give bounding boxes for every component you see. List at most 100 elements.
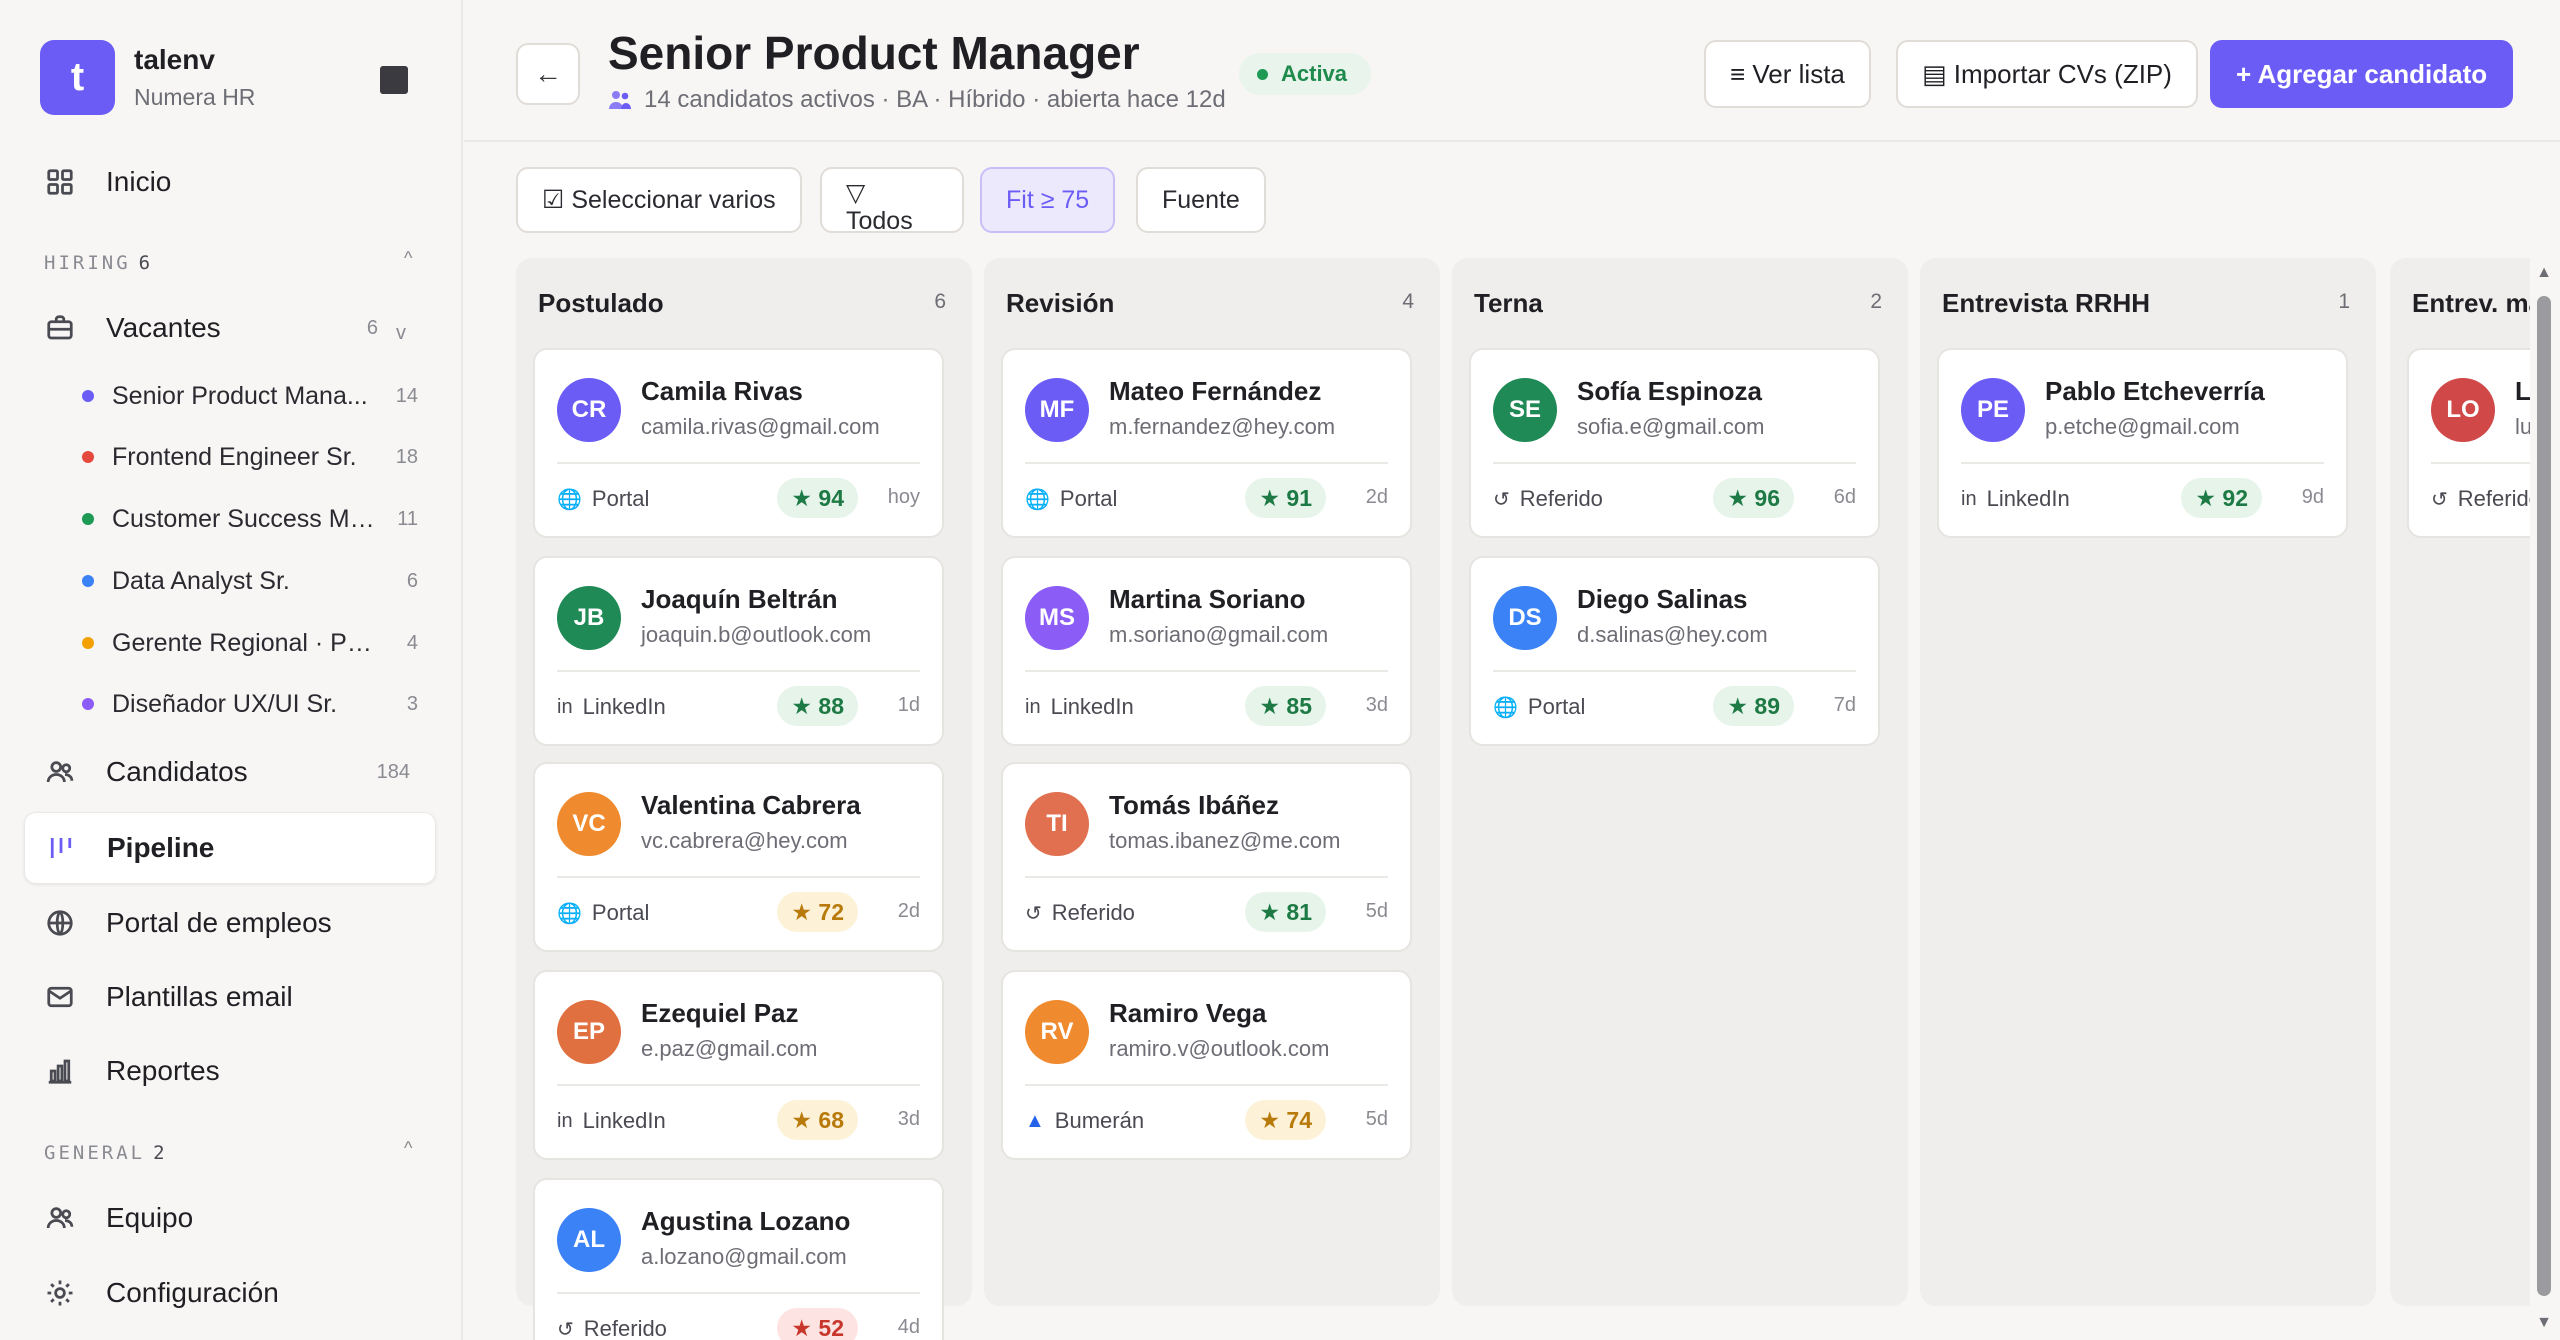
candidate-name: Agustina Lozano [641,1206,851,1236]
brand-logo: t [40,40,115,115]
avatar: CR [557,378,621,442]
nav-reportes-label: Reportes [106,1055,220,1086]
avatar: DS [1493,586,1557,650]
nav-pipeline[interactable]: Pipeline [24,812,436,884]
vacancy-item[interactable]: Senior Product Mana... 14 [82,376,422,416]
nav-candidatos-label: Candidatos [106,756,248,787]
nav-configuracion[interactable]: Configuración [24,1257,436,1329]
candidate-card[interactable]: RV Ramiro Vega ramiro.v@outlook.com ▲ Bumerá… [1001,970,1412,1160]
candidate-card[interactable]: SE Sofía Espinoza sofia.e@gmail.com ↺ Referi… [1469,348,1880,538]
linkedin-icon: in [1025,695,1041,718]
card-divider [557,1084,920,1086]
vacancy-count: 4 [406,631,418,654]
linkedin-icon: in [557,1109,573,1132]
nav-equipo[interactable]: Equipo [24,1182,436,1254]
back-button[interactable]: ← [516,43,580,105]
scrollbar-thumb[interactable] [2537,296,2551,1296]
nav-candidatos[interactable]: Candidatos 184 [24,736,436,808]
workspace-name: talenv [134,44,215,75]
nav-plantillas[interactable]: Plantillas email [24,961,436,1033]
candidate-card[interactable]: JB Joaquín Beltrán joaquin.b@outlook.com in… [533,556,944,746]
candidate-name: Lu [2515,376,2530,406]
nav-vacantes-label: Vacantes [106,312,221,343]
fit-score-badge: ★ 72 [777,892,858,932]
referral-icon: ↺ [2431,488,2448,511]
card-age: 4d [897,1316,920,1338]
card-age: 3d [897,1108,920,1130]
candidate-name: Joaquín Beltrán [641,584,838,614]
referral-icon: ↺ [557,1318,574,1340]
vacancy-dot [82,451,94,463]
filter-all-button[interactable]: ▽ Todos [820,167,964,235]
nav-portal[interactable]: Portal de empleos [24,887,436,959]
vacancy-item[interactable]: Diseñador UX/UI Sr. 3 [82,684,422,724]
nav-reportes[interactable]: Reportes [24,1035,436,1107]
vacancy-dot [82,637,94,649]
nav-inicio[interactable]: Inicio [24,146,436,218]
section-general-collapse[interactable]: ^ [404,1138,412,1159]
filter-source-button[interactable]: Fuente [1136,167,1266,233]
candidate-card[interactable]: TI Tomás Ibáñez tomas.ibanez@me.com ↺ Referi… [1001,762,1412,952]
nav-portal-label: Portal de empleos [106,907,332,938]
candidate-card[interactable]: MF Mateo Fernández m.fernandez@hey.com 🌐 Por… [1001,348,1412,538]
candidate-source: ↺Referido [2431,486,2530,511]
candidate-card[interactable]: EP Ezequiel Paz e.paz@gmail.com in LinkedIn ★… [533,970,944,1160]
card-divider [557,1292,920,1294]
nav-vacantes[interactable]: Vacantes 6 v [24,292,436,364]
card-divider [557,876,920,878]
candidate-source: in LinkedIn [557,694,666,719]
bumeran-icon: ▲ [1025,1109,1045,1132]
import-cvs-button[interactable]: ▤ Importar CVs (ZIP) [1896,40,2198,108]
vacancy-item[interactable]: Data Analyst Sr. 6 [82,561,422,601]
candidate-name: Ramiro Vega [1109,998,1267,1028]
fit-score-badge: ★ 68 [777,1100,858,1140]
section-hiring-collapse[interactable]: ^ [404,248,412,269]
scroll-down-arrow[interactable]: ▼ [2535,1314,2553,1332]
vacancy-item[interactable]: Frontend Engineer Sr. 18 [82,437,422,477]
sidebar-toggle-icon[interactable] [380,66,408,94]
vacancy-count: 18 [395,445,418,468]
candidate-card[interactable]: VC Valentina Cabrera vc.cabrera@hey.com 🌐 Po… [533,762,944,952]
brand[interactable]: t talenv Numera HR [40,40,255,115]
view-list-button[interactable]: ≡ Ver lista [1704,40,1871,108]
select-multiple-button[interactable]: ☑ Seleccionar varios [516,167,802,233]
gear-icon [44,1277,76,1309]
grid-icon [44,166,76,198]
people-icon [609,91,631,109]
candidate-name: Camila Rivas [641,376,803,406]
candidate-card[interactable]: CR Camila Rivas camila.rivas@gmail.com 🌐 Por… [533,348,944,538]
vacancy-label: Customer Success Mgr. [112,504,377,533]
column-count: 2 [1870,290,1882,313]
candidate-card[interactable]: PE Pablo Etcheverría p.etche@gmail.com in Li… [1937,348,2348,538]
scroll-up-arrow[interactable]: ▲ [2535,264,2553,282]
candidate-email: e.paz@gmail.com [641,1036,818,1061]
vacancy-item[interactable]: Gerente Regional · Pre... 4 [82,623,422,663]
candidate-card[interactable]: DS Diego Salinas d.salinas@hey.com 🌐 Portal ★… [1469,556,1880,746]
card-age: 6d [1833,486,1856,508]
avatar: SE [1493,378,1557,442]
candidate-card[interactable]: MS Martina Soriano m.soriano@gmail.com in Li… [1001,556,1412,746]
fit-score-badge: ★ 94 [777,478,858,518]
candidate-email: camila.rivas@gmail.com [641,414,880,439]
card-divider [1961,462,2324,464]
add-candidate-button[interactable]: + Agregar candidato [2210,40,2514,108]
chevron-down-icon[interactable]: v [396,322,406,345]
vacancy-item[interactable]: Customer Success Mgr. 11 [82,499,422,539]
vacancy-count: 3 [406,692,418,715]
candidate-source: ↺Referido [1025,900,1135,925]
fit-score-badge: ★ 92 [2181,478,2262,518]
referral-icon: ↺ [1493,488,1510,511]
fit-score-badge: ★ 91 [1245,478,1326,518]
card-age: 5d [1365,900,1388,922]
candidate-source: ↺Referido [557,1316,667,1340]
globe-icon: 🌐 [557,488,582,511]
linkedin-icon: in [1961,487,1977,510]
candidate-card[interactable]: AL Agustina Lozano a.lozano@gmail.com ↺ Refe… [533,1178,944,1340]
card-age: 5d [1365,1108,1388,1130]
filter-fit-button[interactable]: Fit ≥ 75 [980,167,1116,233]
candidate-card[interactable]: LO Lu lu. ↺Referido [2407,348,2530,538]
vacancy-label: Data Analyst Sr. [112,566,290,595]
nav-pipeline-label: Pipeline [107,832,215,863]
candidate-source: 🌐 Portal [1493,694,1586,719]
fit-score-badge: ★ 89 [1713,686,1794,726]
